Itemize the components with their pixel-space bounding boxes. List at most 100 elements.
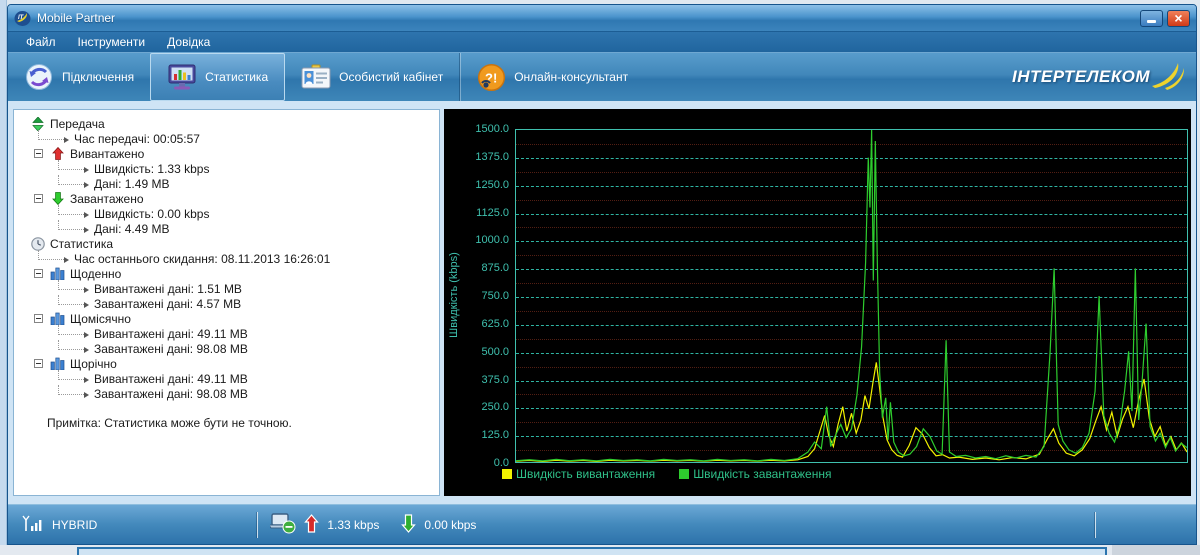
tree-row-label: Завантажені дані: 98.08 MB: [94, 341, 248, 356]
collapse-expander[interactable]: [34, 359, 43, 368]
tree-branch-arrow-icon: [84, 227, 89, 233]
tree-row-root: Статистика: [14, 236, 439, 251]
y-tick-label: 250.0: [481, 401, 509, 414]
y-tick-label: 1000.0: [475, 234, 509, 247]
chart-series-svg: [516, 130, 1187, 462]
status-divider: [257, 511, 259, 538]
y-tick-label: 0.0: [493, 457, 509, 469]
tree-row-label: Вивантажені дані: 1.51 MB: [94, 281, 242, 296]
y-tick-label: 875.0: [481, 262, 509, 275]
legend-label: Швидкість завантаження: [693, 467, 832, 481]
tree-branch-line: [58, 175, 84, 185]
legend-swatch: [502, 469, 512, 479]
tree-row-group[interactable]: Щорічно: [14, 356, 439, 371]
bar-chart-icon: [50, 267, 65, 281]
background-window-left-sliver: [0, 0, 7, 555]
upload-arrow-icon: [50, 147, 65, 161]
tree-row-leaf1: Час останнього скидання: 08.11.2013 16:2…: [14, 250, 439, 266]
y-tick-label: 1500.0: [475, 123, 509, 135]
y-tick-label: 500.0: [481, 345, 509, 358]
tree-row-label: Статистика: [50, 236, 114, 251]
tree-row-label: Передача: [50, 116, 105, 131]
transfer-updown-icon: [30, 116, 45, 131]
tree-row-leaf2: Завантажені дані: 98.08 MB: [14, 385, 439, 401]
tree-row-group[interactable]: Завантажено: [14, 191, 439, 206]
tree-branch-line: [38, 130, 64, 140]
tree-row-group[interactable]: Щоденно: [14, 266, 439, 281]
tree-row-label: Дані: 4.49 MB: [94, 221, 170, 236]
menu-bar: Файл Інструменти Довідка: [8, 31, 1196, 52]
toolbar-button-statistics[interactable]: Статистика: [150, 53, 286, 101]
tree-branch-line: [58, 160, 84, 170]
tree-branch-line: [38, 250, 64, 260]
tree-branch-arrow-icon: [84, 302, 89, 308]
close-button[interactable]: ×: [1167, 9, 1190, 27]
tree-row-leaf2: Вивантажені дані: 49.11 MB: [14, 370, 439, 386]
tree-row-leaf2: Дані: 4.49 MB: [14, 220, 439, 236]
tree-row-label: Швидкість: 0.00 kbps: [94, 206, 210, 221]
collapse-expander[interactable]: [34, 269, 43, 278]
title-bar: IT Mobile Partner ×: [8, 5, 1196, 31]
network-mode-label: HYBRID: [52, 517, 98, 532]
tree-branch-line: [58, 325, 84, 335]
tree-branch-arrow-icon: [64, 137, 69, 143]
status-bar: HYBRID 1.33 kbps 0.00 kbps: [8, 504, 1196, 544]
background-bottom-strip: [0, 545, 1200, 555]
tree-row-root: Передача: [14, 116, 439, 131]
sync-icon: [24, 62, 54, 92]
signal-strength-icon: [22, 515, 44, 535]
statistics-icon: [167, 62, 197, 92]
content-area: Передача Час передачі: 00:05:57 Вивантажен…: [8, 101, 1196, 504]
tree-row-label: Час останнього скидання: 08.11.2013 16:2…: [74, 251, 331, 266]
background-window-top-edge: [77, 547, 1107, 555]
tree-branch-arrow-icon: [84, 377, 89, 383]
tree-row-group[interactable]: Щомісячно: [14, 311, 439, 326]
tree-row-leaf2: Швидкість: 1.33 kbps: [14, 160, 439, 176]
collapse-expander[interactable]: [34, 149, 43, 158]
tree-branch-arrow-icon: [84, 212, 89, 218]
tree-branch-arrow-icon: [84, 332, 89, 338]
download-arrow-icon: [50, 192, 65, 206]
collapse-expander[interactable]: [34, 314, 43, 323]
upload-speed-value: 1.33 kbps: [327, 517, 380, 532]
mobile-partner-window: IT Mobile Partner × Файл Інструменти Довід…: [7, 4, 1197, 545]
download-speed-value: 0.00 kbps: [424, 517, 477, 532]
minimize-button[interactable]: [1140, 9, 1163, 27]
y-tick-label: 1125.0: [476, 206, 509, 219]
tree-row-label: Швидкість: 1.33 kbps: [94, 161, 210, 176]
tree-row-leaf2: Вивантажені дані: 1.51 MB: [14, 280, 439, 296]
app-logo-icon: IT: [14, 10, 31, 27]
tree-row-leaf1: Час передачі: 00:05:57: [14, 130, 439, 146]
toolbar-button-label: Онлайн-консультант: [514, 70, 629, 84]
speed-chart-panel: Швидкість (kbps) 0.0 125.0 250.0 375.0 500.0…: [444, 109, 1191, 496]
menu-item-file[interactable]: Файл: [16, 33, 66, 51]
tree-row-label: Завантажені дані: 98.08 MB: [94, 386, 248, 401]
tree-branch-line: [58, 205, 84, 215]
tree-row-leaf2: Швидкість: 0.00 kbps: [14, 205, 439, 221]
chart-legend: Швидкість вивантаження Швидкість завантаж…: [502, 467, 831, 481]
collapse-expander[interactable]: [34, 194, 43, 203]
bar-chart-icon: [50, 357, 65, 371]
screen: IT Mobile Partner × Файл Інструменти Довід…: [0, 0, 1200, 555]
tree-row-leaf2: Дані: 1.49 MB: [14, 175, 439, 191]
bar-chart-icon: [50, 312, 65, 326]
brand-name: ІНТЕРТЕЛЕКОМ: [1012, 67, 1150, 86]
y-tick-label: 375.0: [481, 373, 509, 386]
toolbar-button-connection[interactable]: Підключення: [8, 53, 150, 101]
tree-row-label: Вивантажені дані: 49.11 MB: [94, 371, 248, 386]
legend-item: Швидкість завантаження: [679, 467, 831, 481]
menu-item-help[interactable]: Довідка: [157, 33, 220, 51]
window-title: Mobile Partner: [37, 11, 116, 25]
y-tick-label: 625.0: [481, 317, 509, 330]
legend-item: Швидкість вивантаження: [502, 467, 655, 481]
status-divider-right: [1095, 511, 1096, 538]
brand-logo: ІНТЕРТЕЛЕКОМ: [1012, 53, 1196, 101]
toolbar-button-online-consultant[interactable]: ?! Онлайн-консультант: [460, 53, 644, 101]
tree-branch-arrow-icon: [64, 257, 69, 263]
tree-branch-line: [58, 340, 84, 350]
toolbar-button-personal-cabinet[interactable]: Особистий кабінет: [285, 53, 459, 101]
tree-row-group[interactable]: Вивантажено: [14, 146, 439, 161]
brand-swoosh-icon: [1150, 60, 1186, 95]
menu-item-tools[interactable]: Інструменти: [68, 33, 156, 51]
y-tick-label: 750.0: [481, 290, 509, 302]
